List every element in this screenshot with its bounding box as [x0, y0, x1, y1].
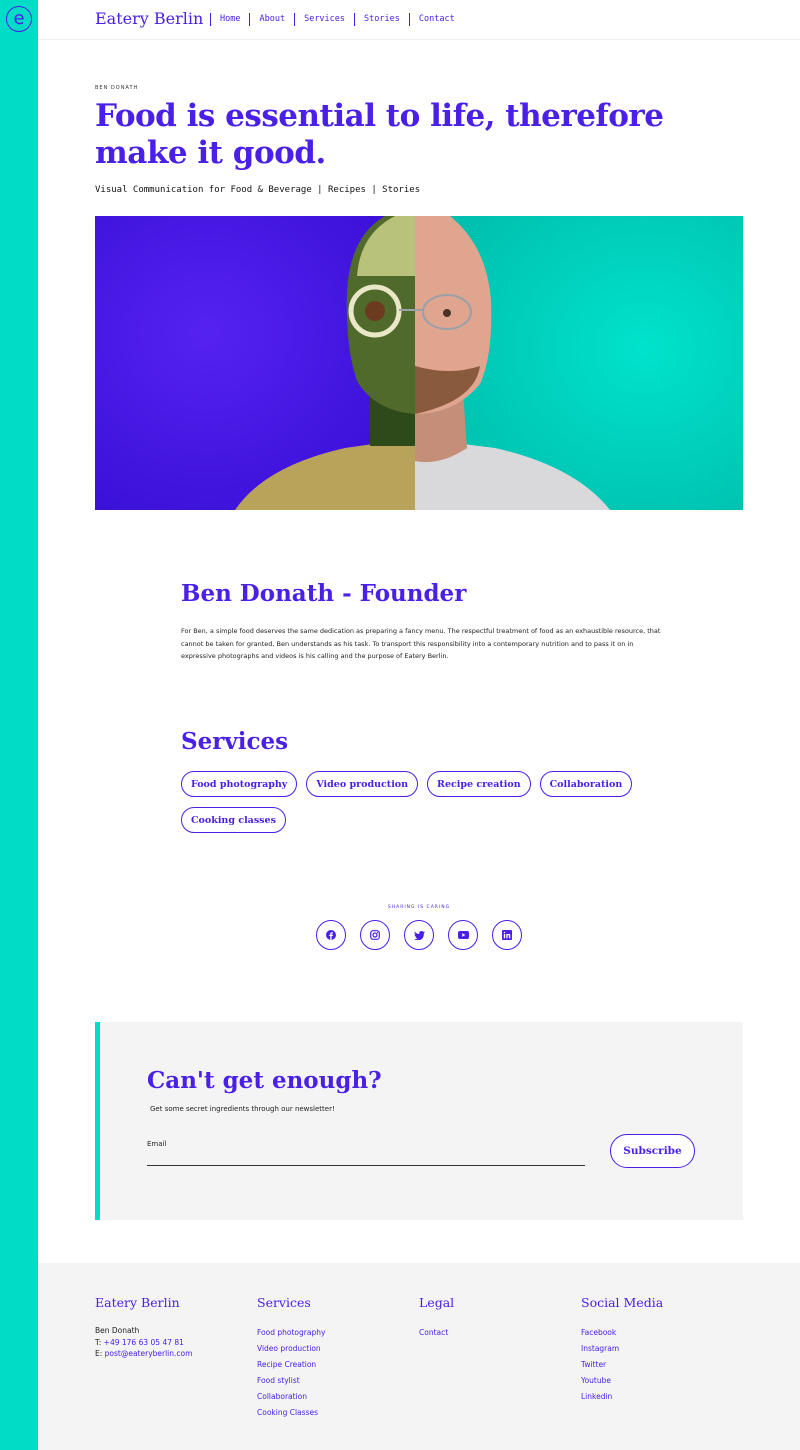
footer-link-cooking-classes[interactable]: Cooking Classes — [257, 1405, 325, 1421]
footer-link-food-stylist[interactable]: Food stylist — [257, 1373, 325, 1389]
facebook-icon — [326, 930, 336, 940]
service-pill-recipe-creation[interactable]: Recipe creation — [427, 771, 531, 797]
hero-subtitle: Visual Communication for Food & Beverage… — [95, 185, 421, 195]
footer-link-youtube[interactable]: Youtube — [581, 1373, 663, 1389]
footer-legal-column: Legal Contact — [419, 1295, 454, 1341]
footer-social-column: Social Media Facebook Instagram Twitter … — [581, 1295, 663, 1405]
phone-prefix: T: — [95, 1337, 104, 1347]
email-prefix: E: — [95, 1349, 105, 1358]
service-pill-collaboration[interactable]: Collaboration — [539, 771, 633, 797]
services-title: Services — [181, 728, 289, 755]
footer-phone-link[interactable]: +49 176 63 05 47 81 — [104, 1338, 184, 1347]
footer-email-link[interactable]: post@eateryberlin.com — [105, 1349, 193, 1358]
footer-link-recipe-creation[interactable]: Recipe Creation — [257, 1357, 325, 1373]
nav-services[interactable]: Services — [294, 13, 354, 26]
footer-phone-row: T: +49 176 63 05 47 81 — [95, 1337, 192, 1349]
footer: Eatery Berlin Ben Donath T: +49 176 63 0… — [38, 1263, 800, 1450]
footer-legal-title: Legal — [419, 1295, 455, 1310]
footer-social-title: Social Media — [581, 1295, 664, 1310]
brand-title[interactable]: Eatery Berlin — [95, 9, 203, 28]
subscribe-button[interactable]: Subscribe — [610, 1134, 695, 1168]
footer-link-twitter[interactable]: Twitter — [581, 1357, 663, 1373]
share-twitter-button[interactable] — [404, 920, 434, 950]
share-instagram-button[interactable] — [360, 920, 390, 950]
service-pill-food-photography[interactable]: Food photography — [181, 771, 298, 797]
newsletter-title: Can't get enough? — [147, 1067, 382, 1094]
footer-link-facebook[interactable]: Facebook — [581, 1325, 663, 1341]
share-buttons — [316, 920, 522, 950]
hero-title: Food is essential to life, therefore mak… — [95, 98, 664, 171]
footer-link-food-photography[interactable]: Food photography — [257, 1325, 325, 1341]
nav-about[interactable]: About — [249, 13, 294, 26]
hero-eyebrow: BEN DONATH — [95, 85, 139, 91]
footer-email-row: E: post@eateryberlin.com — [95, 1348, 192, 1360]
nav-stories[interactable]: Stories — [354, 13, 409, 26]
footer-contact-name: Ben Donath — [95, 1326, 140, 1335]
nav-contact[interactable]: Contact — [408, 13, 464, 26]
side-bar: e — [0, 0, 38, 1450]
top-navigation: Eatery Berlin Home About Services Storie… — [38, 0, 800, 40]
service-pill-cooking-classes[interactable]: Cooking classes — [181, 807, 286, 833]
share-label: SHARING IS CARING — [387, 905, 451, 910]
logo-icon[interactable]: e — [6, 6, 32, 32]
instagram-icon — [370, 930, 380, 940]
youtube-icon — [457, 931, 469, 939]
nav-home[interactable]: Home — [210, 13, 249, 26]
hero-portrait-image — [95, 216, 743, 510]
service-pill-video-production[interactable]: Video production — [306, 771, 419, 797]
footer-link-linkedin[interactable]: Linkedin — [581, 1389, 663, 1405]
footer-services-column: Services Food photography Video producti… — [257, 1295, 325, 1421]
share-facebook-button[interactable] — [316, 920, 346, 950]
main-nav: Home About Services Stories Contact — [210, 13, 464, 26]
email-label: Email — [147, 1140, 167, 1148]
footer-link-collaboration[interactable]: Collaboration — [257, 1389, 325, 1405]
linkedin-icon — [502, 930, 512, 940]
services-list: Food photography Video production Recipe… — [181, 771, 641, 833]
founder-title: Ben Donath - Founder — [181, 580, 467, 607]
newsletter-subtitle: Get some secret ingredients through our … — [150, 1105, 335, 1113]
footer-link-video-production[interactable]: Video production — [257, 1341, 325, 1357]
twitter-icon — [413, 930, 425, 940]
share-youtube-button[interactable] — [448, 920, 478, 950]
share-linkedin-button[interactable] — [492, 920, 522, 950]
footer-link-instagram[interactable]: Instagram — [581, 1341, 663, 1357]
footer-brand-column: Eatery Berlin Ben Donath T: +49 176 63 0… — [95, 1295, 192, 1360]
newsletter-section: Can't get enough? Get some secret ingred… — [95, 1022, 743, 1220]
email-field[interactable] — [147, 1152, 585, 1166]
footer-link-contact[interactable]: Contact — [419, 1325, 454, 1341]
footer-brand-title: Eatery Berlin — [95, 1295, 180, 1310]
footer-services-title: Services — [257, 1295, 311, 1310]
founder-bio: For Ben, a simple food deserves the same… — [181, 627, 661, 660]
